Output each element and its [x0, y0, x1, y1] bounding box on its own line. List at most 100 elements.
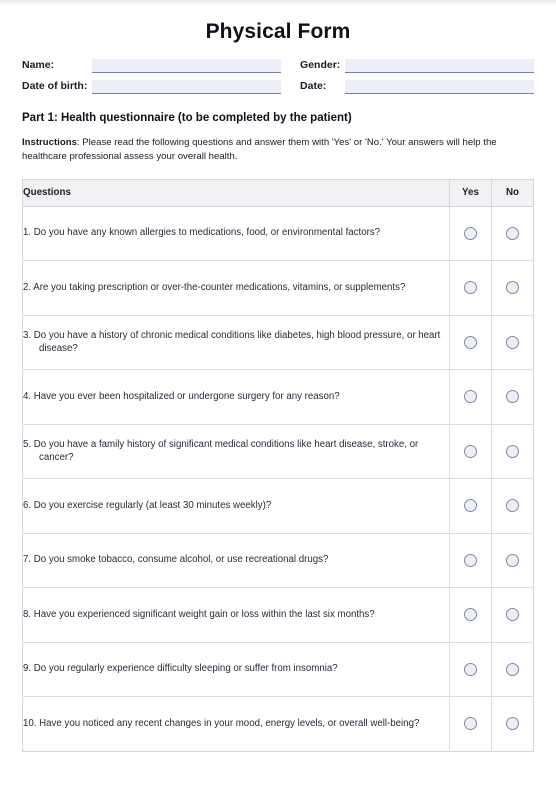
question-cell: 5. Do you have a family history of signi…	[22, 423, 450, 479]
question-number: 6.	[23, 499, 32, 511]
date-of-birth-label: Date of birth:	[22, 80, 88, 93]
radio-yes[interactable]	[464, 662, 477, 676]
page-title: Physical Form	[205, 20, 351, 43]
yes-option-cell[interactable]	[449, 260, 492, 316]
yes-option-cell[interactable]	[449, 641, 492, 697]
question-body: Do you regularly experience difficulty s…	[33, 663, 338, 675]
identity-fields: Name: Gender: Date of birth: Date:	[22, 59, 534, 95]
question-number: 8.	[23, 608, 32, 620]
date-of-birth-input[interactable]	[92, 80, 282, 95]
yes-option-cell[interactable]	[449, 423, 492, 479]
question-text: 2. Are you taking prescription or over-t…	[23, 282, 449, 295]
question-body: Have you noticed any recent changes in y…	[39, 717, 420, 729]
yes-option-cell[interactable]	[449, 314, 492, 370]
radio-yes[interactable]	[464, 281, 477, 295]
instructions-text: : Please read the following questions an…	[22, 137, 497, 162]
yes-option-cell[interactable]	[449, 532, 492, 588]
radio-no[interactable]	[506, 662, 519, 676]
question-cell: 2. Are you taking prescription or over-t…	[22, 260, 450, 316]
no-option-cell[interactable]	[491, 587, 534, 643]
question-cell: 6. Do you exercise regularly (at least 3…	[22, 478, 450, 534]
question-text: 6. Do you exercise regularly (at least 3…	[23, 500, 449, 513]
no-option-cell[interactable]	[491, 369, 534, 425]
date-input[interactable]	[345, 80, 534, 95]
question-text: 8. Have you experienced significant weig…	[23, 609, 449, 622]
question-body: Do you have any known allergies to medic…	[33, 227, 381, 239]
table-row: 4. Have you ever been hospitalized or un…	[22, 369, 534, 425]
yes-option-cell[interactable]	[449, 206, 492, 261]
yes-option-cell[interactable]	[449, 478, 492, 534]
radio-no[interactable]	[506, 226, 519, 240]
question-text: 1. Do you have any known allergies to me…	[23, 227, 449, 240]
table-body: 1. Do you have any known allergies to me…	[22, 206, 534, 752]
question-number: 9.	[23, 663, 32, 675]
questionnaire-table: Questions Yes No 1. Do you have any know…	[22, 178, 534, 752]
question-number: 2.	[23, 281, 32, 293]
no-option-cell[interactable]	[491, 206, 534, 261]
radio-no[interactable]	[506, 608, 519, 622]
question-cell: 10. Have you noticed any recent changes …	[22, 696, 450, 752]
instructions-paragraph: Instructions: Please read the following …	[22, 136, 527, 162]
no-option-cell[interactable]	[491, 423, 534, 479]
yes-option-cell[interactable]	[449, 696, 492, 752]
no-option-cell[interactable]	[491, 478, 534, 534]
radio-yes[interactable]	[464, 553, 477, 567]
question-cell: 4. Have you ever been hospitalized or un…	[22, 369, 450, 425]
no-option-cell[interactable]	[491, 696, 534, 752]
no-option-cell[interactable]	[491, 314, 534, 370]
table-row: 7. Do you smoke tobacco, consume alcohol…	[22, 532, 534, 588]
question-body: Do you smoke tobacco, consume alcohol, o…	[33, 554, 329, 566]
question-body: Do you exercise regularly (at least 30 m…	[33, 499, 272, 511]
question-cell: 7. Do you smoke tobacco, consume alcohol…	[22, 532, 450, 588]
question-text: 10. Have you noticed any recent changes …	[23, 718, 449, 731]
radio-yes[interactable]	[464, 390, 477, 404]
radio-yes[interactable]	[464, 226, 477, 240]
radio-no[interactable]	[506, 553, 519, 567]
table-header: Questions Yes No	[22, 179, 534, 207]
form-sheet: Physical Form Name: Gender: Date of birt…	[0, 6, 556, 752]
radio-yes[interactable]	[464, 335, 477, 349]
no-option-cell[interactable]	[491, 532, 534, 588]
question-number: 3.	[23, 329, 32, 341]
radio-yes[interactable]	[464, 608, 477, 622]
question-text: 9. Do you regularly experience difficult…	[23, 663, 449, 676]
date-label: Date:	[300, 80, 327, 93]
table-row: 2. Are you taking prescription or over-t…	[22, 260, 534, 316]
radio-no[interactable]	[506, 281, 519, 295]
radio-no[interactable]	[506, 717, 519, 731]
radio-yes[interactable]	[464, 444, 477, 458]
part-1-heading: Part 1: Health questionnaire (to be comp…	[22, 112, 352, 125]
question-number: 5.	[23, 438, 32, 450]
radio-no[interactable]	[506, 499, 519, 513]
question-cell: 8. Have you experienced significant weig…	[22, 587, 450, 643]
table-row: 1. Do you have any known allergies to me…	[22, 206, 534, 261]
question-body: Have you experienced significant weight …	[33, 608, 375, 620]
no-option-cell[interactable]	[491, 641, 534, 697]
no-option-cell[interactable]	[491, 260, 534, 316]
radio-no[interactable]	[506, 444, 519, 458]
radio-no[interactable]	[506, 390, 519, 404]
question-number: 10.	[23, 717, 37, 729]
question-cell: 3. Do you have a history of chronic medi…	[22, 314, 450, 370]
radio-no[interactable]	[506, 335, 519, 349]
yes-option-cell[interactable]	[449, 587, 492, 643]
question-body: Have you ever been hospitalized or under…	[33, 390, 340, 402]
gender-label: Gender:	[300, 59, 341, 72]
gender-input[interactable]	[345, 59, 534, 74]
question-number: 1.	[23, 227, 32, 239]
question-text: 4. Have you ever been hospitalized or un…	[23, 391, 449, 404]
question-body: Do you have a family history of signific…	[33, 438, 419, 463]
question-cell: 9. Do you regularly experience difficult…	[22, 641, 450, 697]
column-header-no: No	[491, 179, 534, 207]
table-row: 9. Do you regularly experience difficult…	[22, 641, 534, 697]
question-cell: 1. Do you have any known allergies to me…	[22, 206, 450, 261]
question-body: Are you taking prescription or over-the-…	[33, 281, 406, 293]
radio-yes[interactable]	[464, 717, 477, 731]
radio-yes[interactable]	[464, 499, 477, 513]
form-page: Physical Form Name: Gender: Date of birt…	[0, 0, 556, 788]
table-row: 3. Do you have a history of chronic medi…	[22, 314, 534, 370]
name-input[interactable]	[92, 59, 282, 74]
question-text: 5. Do you have a family history of signi…	[23, 439, 449, 465]
question-text: 7. Do you smoke tobacco, consume alcohol…	[23, 554, 449, 567]
yes-option-cell[interactable]	[449, 369, 492, 425]
